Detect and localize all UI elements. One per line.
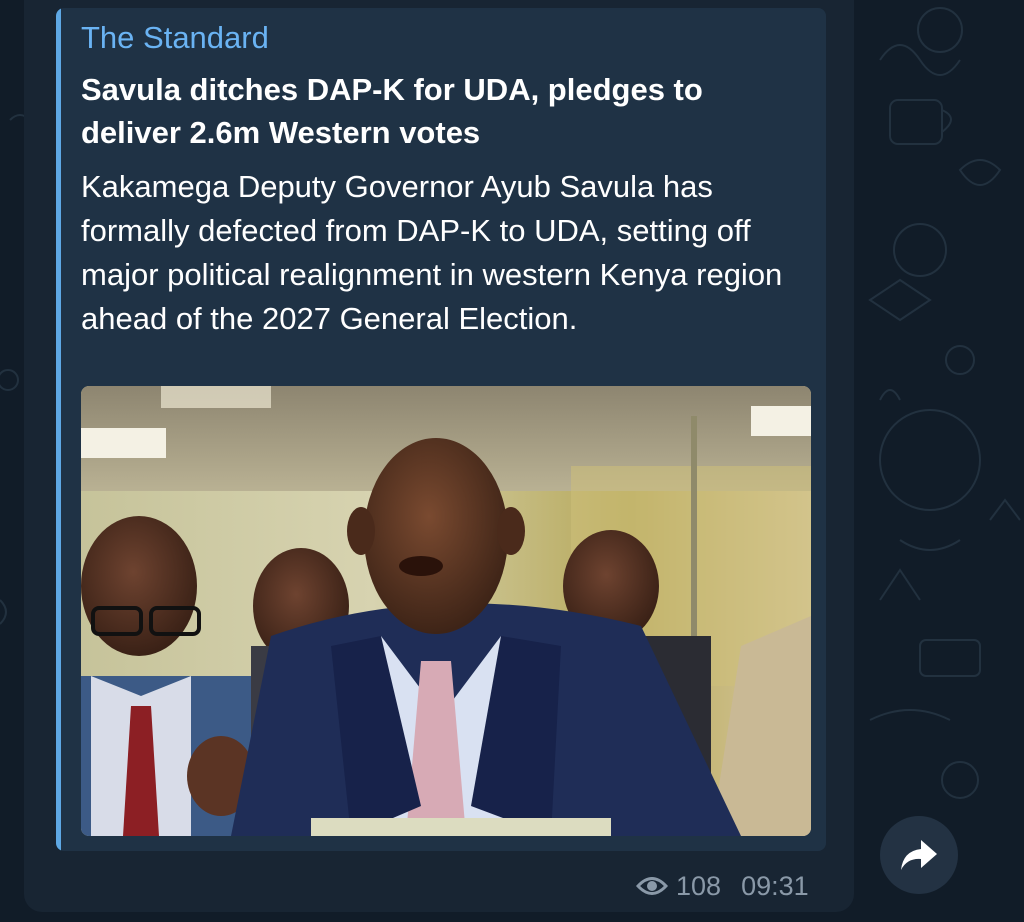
forward-button[interactable] <box>880 816 958 894</box>
forward-arrow-icon <box>901 840 937 870</box>
preview-description: Kakamega Deputy Governor Ayub Savula has… <box>81 169 783 336</box>
preview-headline[interactable]: Savula ditches DAP-K for UDA, pledges to… <box>81 68 801 154</box>
eye-icon <box>636 877 668 895</box>
view-count: 108 <box>676 870 722 901</box>
preview-accent-bar <box>56 8 61 851</box>
preview-site-name[interactable]: The Standard <box>81 20 269 56</box>
message-meta: 108 09:31 <box>636 870 809 902</box>
news-photo <box>81 386 811 836</box>
link-preview[interactable]: The Standard Savula ditches DAP-K for UD… <box>56 8 826 851</box>
message-time: 09:31 <box>741 870 809 901</box>
chat-background: The Standard Savula ditches DAP-K for UD… <box>0 0 1024 922</box>
preview-image[interactable] <box>81 386 811 836</box>
